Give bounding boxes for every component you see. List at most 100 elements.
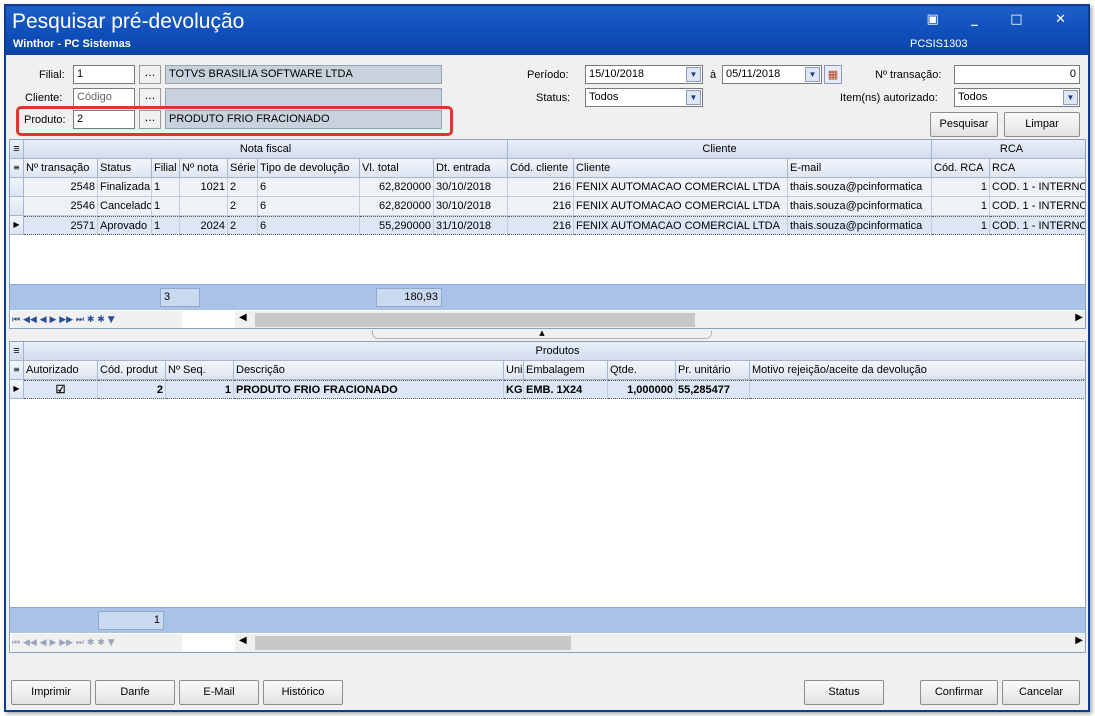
col-embalagem[interactable]: Embalagem (524, 361, 608, 380)
col-tipo-devolucao[interactable]: Tipo de devolução (258, 159, 360, 178)
grid1-cell[interactable]: 2548 (24, 178, 98, 197)
col-cliente[interactable]: Cliente (574, 159, 788, 178)
col-qtde[interactable]: Qtde. (608, 361, 676, 380)
status-button[interactable]: Status (804, 680, 884, 705)
grid1-cell[interactable]: thais.souza@pcinformatica (788, 197, 932, 216)
scroll-left-icon[interactable]: ◀ (239, 312, 247, 323)
produto-input[interactable]: 2 (73, 110, 135, 129)
chevron-down-icon[interactable]: ▼ (686, 67, 701, 82)
grid1-cell[interactable]: 1 (152, 216, 180, 235)
col-motivo[interactable]: Motivo rejeição/aceite da devolução (750, 361, 1085, 380)
grid1-cell[interactable]: 30/10/2018 (434, 178, 508, 197)
col-cod-produto[interactable]: Cód. produt (98, 361, 166, 380)
grid1-navigator[interactable]: ⏮ ◀◀ ◀ ▶ ▶▶ ⏭ ✱ ✱ ▼ (12, 311, 182, 328)
transacao-input[interactable]: 0 (954, 65, 1080, 84)
scroll-right-icon[interactable]: ▶ (1075, 312, 1083, 323)
imprimir-button[interactable]: Imprimir (11, 680, 91, 705)
grid1-cell[interactable]: 6 (258, 178, 360, 197)
grid2-cell[interactable]: KG (504, 380, 524, 399)
grid2-cell[interactable]: ☑ (24, 380, 98, 399)
scroll-right-icon[interactable]: ▶ (1075, 635, 1083, 646)
window-controls[interactable]: ▣ _ □ ✕ (926, 12, 1080, 27)
grid-menu-icon[interactable]: ≡ (10, 342, 24, 361)
grid1-cell[interactable]: 1 (152, 197, 180, 216)
grid2-cell[interactable]: EMB. 1X24 (524, 380, 608, 399)
col-dt-entrada[interactable]: Dt. entrada (434, 159, 508, 178)
col-rca[interactable]: RCA (990, 159, 1085, 178)
danfe-button[interactable]: Danfe (95, 680, 175, 705)
grid1-cell[interactable]: 55,290000 (360, 216, 434, 235)
historico-button[interactable]: Histórico (263, 680, 343, 705)
grid1-cell[interactable]: 6 (258, 216, 360, 235)
grid1-cell[interactable]: 2 (228, 216, 258, 235)
row-indicator[interactable]: ▶ (10, 380, 24, 399)
chevron-down-icon[interactable]: ▼ (1063, 90, 1078, 105)
grid1-cell[interactable]: 2 (228, 178, 258, 197)
grid1-cell[interactable]: FENIX AUTOMACAO COMERCIAL LTDA (574, 178, 788, 197)
grid1-cell[interactable]: 216 (508, 178, 574, 197)
grid1-cell[interactable]: thais.souza@pcinformatica (788, 216, 932, 235)
nota-fiscal-grid[interactable]: ≡ Nota fiscal Cliente RCA ≡ Nº transação… (9, 139, 1086, 329)
grid1-cell[interactable]: 2024 (180, 216, 228, 235)
col-pr-unitario[interactable]: Pr. unitário (676, 361, 750, 380)
chevron-down-icon[interactable]: ▼ (805, 67, 820, 82)
grid1-cell[interactable]: 2571 (24, 216, 98, 235)
produtos-grid[interactable]: ≡ Produtos ≡ Autorizado Cód. produt Nº S… (9, 341, 1086, 653)
scroll-thumb[interactable] (255, 313, 695, 327)
produto-lookup-button[interactable]: ... (139, 110, 161, 129)
col-autorizado[interactable]: Autorizado (24, 361, 98, 380)
col-uni[interactable]: Uni (504, 361, 524, 380)
grid1-cell[interactable]: 1 (932, 178, 990, 197)
grid2-cell[interactable]: 55,285477 (676, 380, 750, 399)
col-filial[interactable]: Filial (152, 159, 180, 178)
scroll-thumb[interactable] (255, 636, 571, 650)
col-cod-cliente[interactable]: Cód. cliente (508, 159, 574, 178)
col-vl-total[interactable]: Vl. total (360, 159, 434, 178)
row-indicator[interactable] (10, 197, 24, 216)
grid2-hscrollbar[interactable]: ◀ ▶ (235, 634, 1085, 652)
title-bar[interactable]: Pesquisar pré-devolução Winthor - PC Sis… (6, 6, 1088, 55)
grid2-cell[interactable]: 1 (166, 380, 234, 399)
grid-menu-icon[interactable]: ≡ (10, 140, 24, 159)
pesquisar-button[interactable]: Pesquisar (930, 112, 998, 137)
grid1-cell[interactable]: 1 (932, 197, 990, 216)
grid2-cell[interactable]: 1,000000 (608, 380, 676, 399)
grid1-cell[interactable]: Finalizada (98, 178, 152, 197)
grid1-cell[interactable]: FENIX AUTOMACAO COMERCIAL LTDA (574, 216, 788, 235)
grid1-cell[interactable]: 62,820000 (360, 178, 434, 197)
grid1-cell[interactable]: thais.souza@pcinformatica (788, 178, 932, 197)
grid1-cell[interactable]: 2546 (24, 197, 98, 216)
col-serie[interactable]: Série (228, 159, 258, 178)
grid2-navigator[interactable]: ⏮ ◀◀ ◀ ▶ ▶▶ ⏭ ✱ ✱ ▼ (12, 634, 182, 652)
itens-autorizado-select[interactable]: Todos ▼ (954, 88, 1080, 107)
col-email[interactable]: E-mail (788, 159, 932, 178)
email-button[interactable]: E-Mail (179, 680, 259, 705)
scroll-left-icon[interactable]: ◀ (239, 635, 247, 646)
periodo-end-input[interactable]: 05/11/2018 ▼ (722, 65, 822, 84)
grid2-cell[interactable]: PRODUTO FRIO FRACIONADO (234, 380, 504, 399)
grid1-cell[interactable]: 216 (508, 216, 574, 235)
grid1-cell[interactable]: 62,820000 (360, 197, 434, 216)
grid1-cell[interactable]: 216 (508, 197, 574, 216)
row-indicator[interactable]: ▶ (10, 216, 24, 235)
col-nr-seq[interactable]: Nº Seq. (166, 361, 234, 380)
status-select[interactable]: Todos ▼ (585, 88, 703, 107)
grid1-cell[interactable]: 31/10/2018 (434, 216, 508, 235)
confirmar-button[interactable]: Confirmar (920, 680, 998, 705)
row-indicator[interactable] (10, 178, 24, 197)
chevron-down-icon[interactable]: ▼ (686, 90, 701, 105)
col-nr-transacao[interactable]: Nº transação (24, 159, 98, 178)
grid1-cell[interactable]: 6 (258, 197, 360, 216)
cliente-input[interactable]: Código (73, 88, 135, 107)
grid1-cell[interactable]: 30/10/2018 (434, 197, 508, 216)
grid1-cell[interactable]: 1 (152, 178, 180, 197)
grid2-cell[interactable] (750, 380, 1085, 399)
col-cod-rca[interactable]: Cód. RCA (932, 159, 990, 178)
grid1-cell[interactable] (180, 197, 228, 216)
grid1-cell[interactable]: FENIX AUTOMACAO COMERCIAL LTDA (574, 197, 788, 216)
grid1-cell[interactable]: 1021 (180, 178, 228, 197)
cliente-lookup-button[interactable]: ... (139, 88, 161, 107)
grid-columns-icon[interactable]: ≡ (10, 159, 24, 178)
col-nr-nota[interactable]: Nº nota (180, 159, 228, 178)
grid1-cell[interactable]: Cancelado (98, 197, 152, 216)
